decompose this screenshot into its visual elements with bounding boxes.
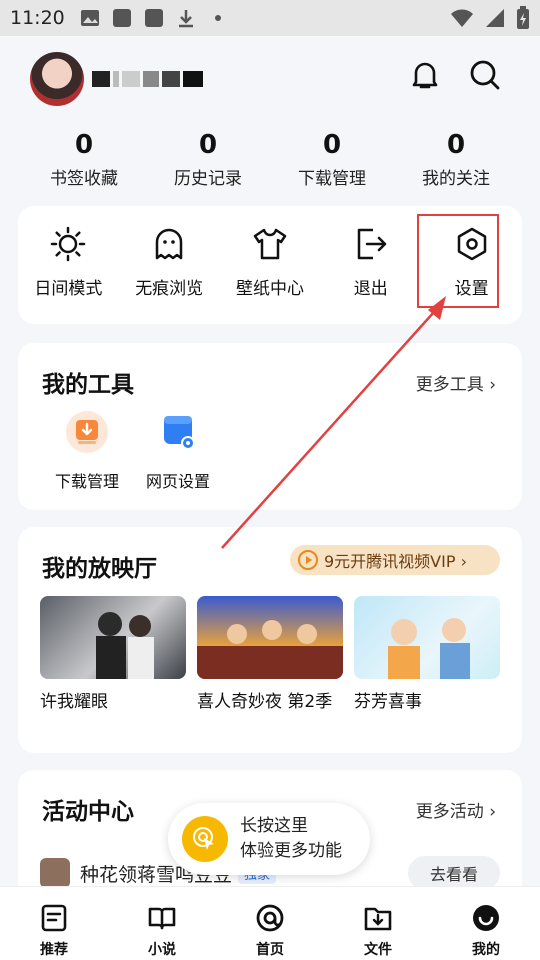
stats-row: 0 书签收藏 0 历史记录 0 下载管理 0 我的关注 [22, 128, 518, 192]
username-redacted[interactable] [92, 71, 212, 89]
profile-icon [473, 905, 499, 931]
long-press-tooltip[interactable]: 长按这里 体验更多功能 [168, 803, 370, 875]
quick-actions-card: 日间模式 无痕浏览 壁纸中心 退出 设置 [18, 206, 522, 324]
activity-avatar [40, 858, 70, 888]
wallpaper-button[interactable]: 壁纸中心 [220, 226, 321, 299]
vip-promo-button[interactable]: 9元开腾讯视频VIP › [290, 545, 500, 575]
recommend-icon [41, 904, 67, 932]
stat-label: 我的关注 [422, 169, 490, 189]
quick-action-label: 日间模式 [34, 279, 103, 299]
stat-following[interactable]: 0 我的关注 [394, 128, 518, 192]
more-activity-link[interactable]: 更多活动 › [416, 797, 496, 822]
stat-history[interactable]: 0 历史记录 [146, 128, 270, 192]
settings-highlight-box [417, 214, 499, 308]
go-see-button[interactable]: 去看看 [408, 856, 500, 890]
nav-label: 小说 [148, 942, 176, 958]
quick-action-label: 退出 [353, 279, 388, 299]
ghost-icon [155, 228, 183, 260]
tool-label: 下载管理 [54, 472, 119, 491]
home-icon [256, 904, 284, 932]
day-mode-button[interactable]: 日间模式 [18, 226, 119, 299]
stat-label: 下载管理 [298, 169, 366, 189]
nav-label: 首页 [256, 942, 284, 958]
download-icon [66, 411, 108, 453]
tooltip-line-2: 体验更多功能 [240, 841, 342, 861]
poster-title[interactable]: 芬芳喜事 [354, 687, 422, 712]
battery-icon [517, 6, 529, 29]
incognito-button[interactable]: 无痕浏览 [119, 226, 220, 299]
stat-downloads[interactable]: 0 下载管理 [270, 128, 394, 192]
stat-bookmarks[interactable]: 0 书签收藏 [22, 128, 146, 192]
book-icon [148, 907, 176, 930]
exit-button[interactable]: 退出 [320, 226, 421, 299]
nav-files[interactable]: 文件 [324, 887, 432, 960]
poster-1[interactable] [40, 596, 186, 679]
nav-novel[interactable]: 小说 [108, 887, 216, 960]
tools-title: 我的工具 [42, 372, 134, 398]
download-status-icon [178, 10, 193, 28]
stat-label: 书签收藏 [50, 169, 118, 189]
search-icon[interactable] [468, 58, 502, 92]
stat-value: 0 [198, 130, 218, 160]
nav-label: 我的 [472, 942, 500, 958]
dot-icon [214, 15, 221, 21]
bell-icon[interactable] [408, 58, 442, 92]
sun-icon [51, 226, 86, 262]
wifi-icon [451, 9, 473, 27]
tool-web-settings[interactable]: 网页设置 [133, 410, 223, 492]
nav-label: 文件 [364, 942, 392, 958]
stat-value: 0 [446, 130, 466, 160]
stat-value: 0 [322, 130, 342, 160]
tooltip-line-1: 长按这里 [240, 816, 308, 836]
tool-download-manager[interactable]: 下载管理 [42, 410, 132, 492]
theater-card: 我的放映厅 9元开腾讯视频VIP › 许我耀眼 喜人奇妙夜 第2季 芬芳喜事 [18, 527, 522, 753]
theater-title: 我的放映厅 [42, 556, 157, 582]
quick-action-label: 壁纸中心 [235, 279, 304, 299]
play-icon [298, 550, 318, 570]
nav-mine[interactable]: 我的 [432, 887, 540, 960]
poster-title[interactable]: 喜人奇妙夜 第2季 [197, 687, 332, 712]
nav-recommend[interactable]: 推荐 [0, 887, 108, 960]
poster-image [96, 612, 154, 679]
app-notification-icon-2 [144, 9, 163, 27]
stat-label: 历史记录 [174, 169, 242, 189]
poster-3[interactable] [354, 596, 500, 679]
app-notification-icon [112, 9, 131, 27]
profile-header [0, 36, 540, 120]
bottom-nav: 推荐 小说 首页 文件 我的 [0, 886, 540, 960]
file-icon [364, 907, 392, 931]
exit-icon [357, 228, 387, 260]
signal-icon [486, 9, 504, 27]
web-settings-icon [164, 416, 195, 450]
poster-image [388, 618, 470, 679]
poster-image [197, 620, 343, 679]
status-time: 11:20 [10, 7, 65, 29]
poster-2[interactable] [197, 596, 343, 679]
avatar[interactable] [30, 52, 84, 106]
nav-home[interactable]: 首页 [216, 887, 324, 960]
tooltip-text: 长按这里 体验更多功能 [240, 814, 342, 864]
more-tools-link[interactable]: 更多工具 › [416, 370, 496, 395]
status-bar: 11:20 [0, 0, 540, 36]
tools-card: 我的工具 更多工具 › 下载管理 网页设置 [18, 343, 522, 510]
touch-icon [182, 816, 228, 862]
vip-promo-text: 9元开腾讯视频VIP › [324, 552, 467, 571]
activity-title: 活动中心 [42, 799, 134, 825]
shirt-icon [253, 228, 287, 260]
image-icon [80, 10, 99, 26]
stat-value: 0 [74, 130, 94, 160]
quick-action-label: 无痕浏览 [135, 279, 204, 299]
tool-label: 网页设置 [145, 472, 210, 491]
poster-title[interactable]: 许我耀眼 [40, 687, 108, 712]
nav-label: 推荐 [40, 942, 68, 958]
